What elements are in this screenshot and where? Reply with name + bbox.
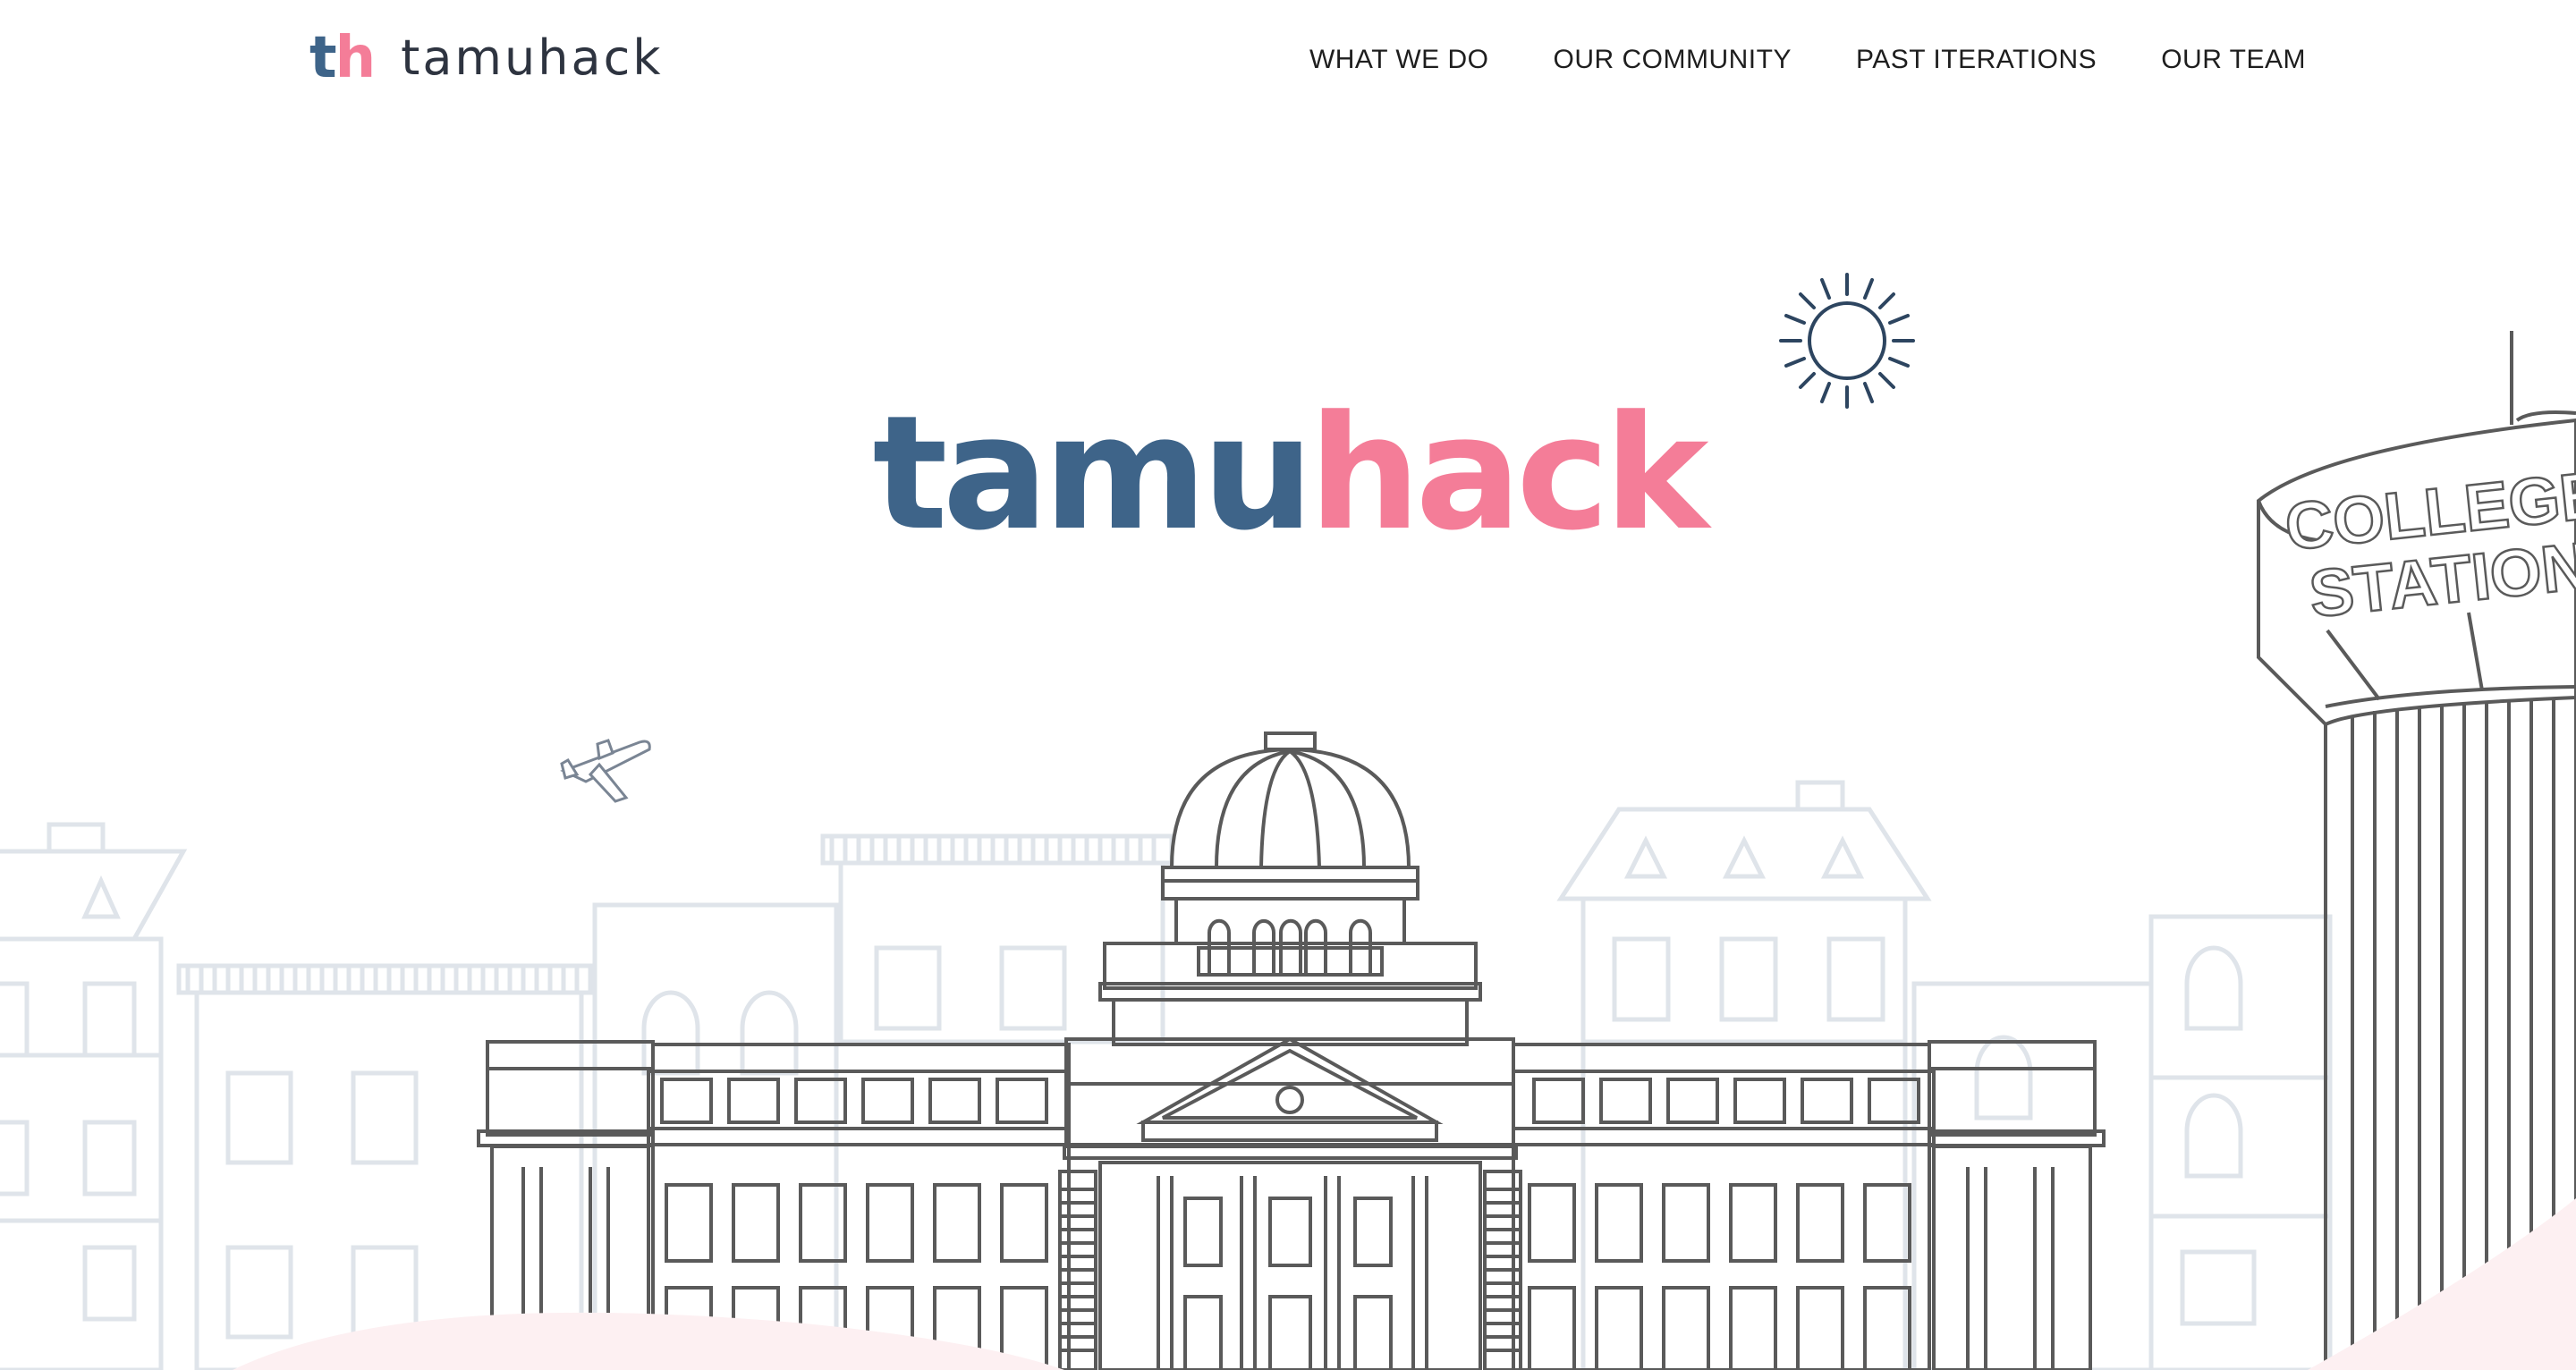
logo-mark: th [309,25,377,91]
nav-link-past-iterations[interactable]: PAST ITERATIONS [1856,45,2097,75]
hero-title: tamuhack [0,385,2576,563]
ground-left [233,1312,1064,1370]
logo-wordmark: tamuhack [401,30,664,86]
campus-illustration: COLLEGE STATION [0,273,2576,1370]
academic-building [477,732,2106,1370]
hero-title-hack: hack [1309,382,1708,565]
top-nav: th tamuhack WHAT WE DO OUR COMMUNITY PAS… [0,0,2576,125]
logo-mark-h: h [335,25,377,91]
background-buildings [0,780,2333,1370]
logo-mark-t: t [309,25,337,91]
nav-link-our-team[interactable]: OUR TEAM [2161,45,2306,75]
nav-menu: WHAT WE DO OUR COMMUNITY PAST ITERATIONS… [1309,45,2306,75]
nav-link-what-we-do[interactable]: WHAT WE DO [1309,45,1489,75]
site-logo[interactable]: th tamuhack [309,27,664,89]
hero-title-tamu: tamu [872,382,1314,565]
nav-link-our-community[interactable]: OUR COMMUNITY [1554,45,1792,75]
airplane-icon [560,739,651,803]
